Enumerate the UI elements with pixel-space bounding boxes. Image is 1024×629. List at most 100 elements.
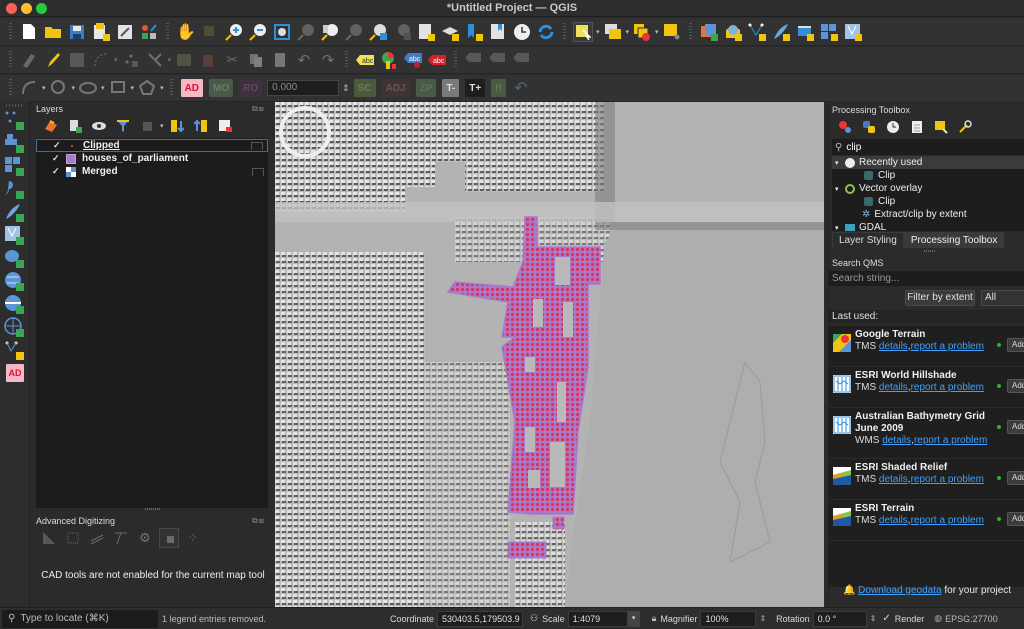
add-raster-icon[interactable] — [4, 133, 24, 153]
toolbar-grip[interactable] — [6, 104, 24, 107]
parallel-icon[interactable] — [87, 528, 107, 548]
new-mesh-layer-icon[interactable] — [819, 22, 839, 42]
report-problem-link[interactable]: report a problem — [911, 382, 984, 393]
expand-arrow-icon[interactable]: ▾ — [832, 185, 842, 193]
maximize-window-button[interactable] — [36, 3, 47, 14]
adj-button[interactable]: ADJ — [381, 79, 410, 97]
add-ellipse-icon[interactable] — [78, 78, 98, 98]
filter-dropdown-icon[interactable]: ▾ — [160, 122, 164, 130]
add-polygon-icon[interactable] — [137, 78, 157, 98]
redo-icon[interactable]: ↷ — [318, 50, 338, 70]
mode-button[interactable]: MO — [209, 79, 234, 97]
coordinate-field[interactable]: 530403.5,179503.9 — [437, 610, 524, 627]
new-print-layout-icon[interactable] — [91, 22, 111, 42]
new-bookmark-icon[interactable] — [416, 22, 436, 42]
details-link[interactable]: details — [882, 435, 911, 446]
ellipse-dropdown-icon[interactable]: ▾ — [101, 84, 105, 92]
perpendicular-icon[interactable] — [111, 528, 131, 548]
crs-button[interactable]: EPSG:27700 — [945, 614, 998, 624]
add-service-button[interactable]: Add — [1007, 471, 1024, 485]
add-spatialite-icon[interactable] — [4, 202, 24, 222]
tab-layer-styling[interactable]: Layer Styling — [832, 232, 904, 248]
highlight-pinned-icon[interactable]: abc — [427, 50, 447, 70]
zp-button[interactable]: ZP — [415, 79, 437, 97]
toolbar-grip[interactable] — [9, 51, 12, 69]
label-tool-icon[interactable]: abc — [355, 50, 375, 70]
report-problem-link[interactable]: report a problem — [911, 341, 984, 352]
select-location-icon[interactable] — [662, 22, 682, 42]
undo-icon[interactable]: ↶ — [294, 50, 314, 70]
filter-select[interactable]: All — [981, 290, 1024, 306]
new-spatial-bookmark-icon[interactable] — [464, 22, 484, 42]
add-xyz-icon[interactable] — [4, 317, 24, 337]
layer-visibility-checkbox[interactable]: ✓ — [53, 140, 63, 151]
circular-string-dropdown-icon[interactable]: ▾ — [42, 84, 46, 92]
vertex-tool-dropdown-icon[interactable]: ▾ — [168, 56, 172, 64]
add-delimited-text-icon[interactable] — [4, 179, 24, 199]
pin-label-icon[interactable]: abc — [403, 50, 423, 70]
qms-search-input[interactable]: Search string... — [829, 271, 1024, 286]
toolbar-grip[interactable] — [563, 22, 566, 41]
add-postgis-icon[interactable] — [4, 248, 24, 268]
digitize-line-dropdown-icon[interactable]: ▾ — [114, 56, 118, 64]
toggle-editing-icon[interactable] — [43, 50, 63, 70]
show-bookmarks-icon[interactable] — [440, 22, 460, 42]
processing-search-box[interactable]: ⚲ clip — [832, 139, 1024, 155]
magnifier-field[interactable]: 100% — [700, 610, 757, 627]
new-layer-icon[interactable] — [699, 22, 719, 42]
new-vector-icon[interactable] — [843, 22, 863, 42]
python-scripts-icon[interactable] — [859, 117, 879, 137]
map-canvas[interactable] — [275, 102, 824, 607]
current-edits-icon[interactable] — [19, 50, 39, 70]
toolbar-grip[interactable] — [169, 79, 173, 97]
details-link[interactable]: details — [879, 515, 908, 526]
add-rectangle-icon[interactable] — [108, 78, 128, 98]
select-by-value-dropdown-icon[interactable]: ▾ — [626, 28, 630, 36]
pan-icon[interactable]: ✋ — [176, 22, 196, 42]
scale-dropdown-icon[interactable]: ▾ — [627, 610, 640, 627]
open-project-icon[interactable] — [43, 22, 63, 42]
toolbar-grip[interactable] — [454, 51, 458, 69]
details-link[interactable]: details — [879, 341, 908, 352]
toolbar-grip[interactable] — [166, 22, 169, 41]
magnifier-spinner[interactable]: ⇕ — [759, 614, 766, 623]
layer-indicator-icon[interactable] — [251, 141, 263, 150]
rotation-field[interactable]: 0.0 ° — [812, 610, 867, 627]
temporal-controller-icon[interactable] — [512, 22, 532, 42]
processing-search-input[interactable]: clip — [846, 142, 861, 153]
filter-legend-icon[interactable] — [113, 116, 133, 136]
details-link[interactable]: details — [879, 474, 908, 485]
save-project-icon[interactable] — [67, 22, 87, 42]
digitize-line-icon[interactable] — [91, 50, 111, 70]
panel-float-close-icon[interactable]: ⧉⊠ — [252, 105, 270, 113]
bang-button[interactable]: !! — [491, 79, 506, 97]
diagram-tool-icon[interactable] — [379, 50, 399, 70]
polygon-dropdown-icon[interactable]: ▾ — [160, 84, 164, 92]
splitter-handle[interactable] — [145, 508, 161, 510]
zoom-in-icon[interactable] — [224, 22, 244, 42]
toolbar-grip[interactable] — [345, 51, 349, 69]
paste-features-icon[interactable] — [270, 50, 290, 70]
add-mesh-icon[interactable] — [4, 156, 24, 176]
report-problem-link[interactable]: report a problem — [911, 474, 984, 485]
download-geodata-link[interactable]: Download geodata — [858, 585, 941, 596]
expand-arrow-icon[interactable]: ▾ — [832, 159, 842, 167]
report-problem-link[interactable]: report a problem — [914, 435, 987, 446]
undo-trace-icon[interactable]: ↶ — [511, 78, 531, 98]
modify-attributes-icon[interactable] — [174, 50, 194, 70]
add-group-icon[interactable] — [65, 116, 85, 136]
rectangle-dropdown-icon[interactable]: ▾ — [131, 84, 135, 92]
tree-group-gdal[interactable]: ▾ GDAL — [832, 221, 1024, 231]
add-circle-icon[interactable] — [49, 78, 69, 98]
options-icon[interactable] — [955, 117, 975, 137]
zoom-next-icon[interactable] — [392, 22, 412, 42]
tolerance-input[interactable]: 0.000 — [267, 80, 340, 96]
settings-gear-icon[interactable]: ⚙ — [135, 528, 155, 548]
layer-item-merged[interactable]: ✓ Merged — [36, 165, 268, 178]
zoom-to-selection-icon[interactable] — [296, 22, 316, 42]
vertex-tool-icon[interactable] — [145, 50, 165, 70]
ro-button[interactable]: RO — [239, 79, 263, 97]
floater-icon[interactable] — [159, 528, 179, 548]
new-geopackage-icon[interactable] — [723, 22, 743, 42]
style-manager-icon[interactable] — [139, 22, 159, 42]
